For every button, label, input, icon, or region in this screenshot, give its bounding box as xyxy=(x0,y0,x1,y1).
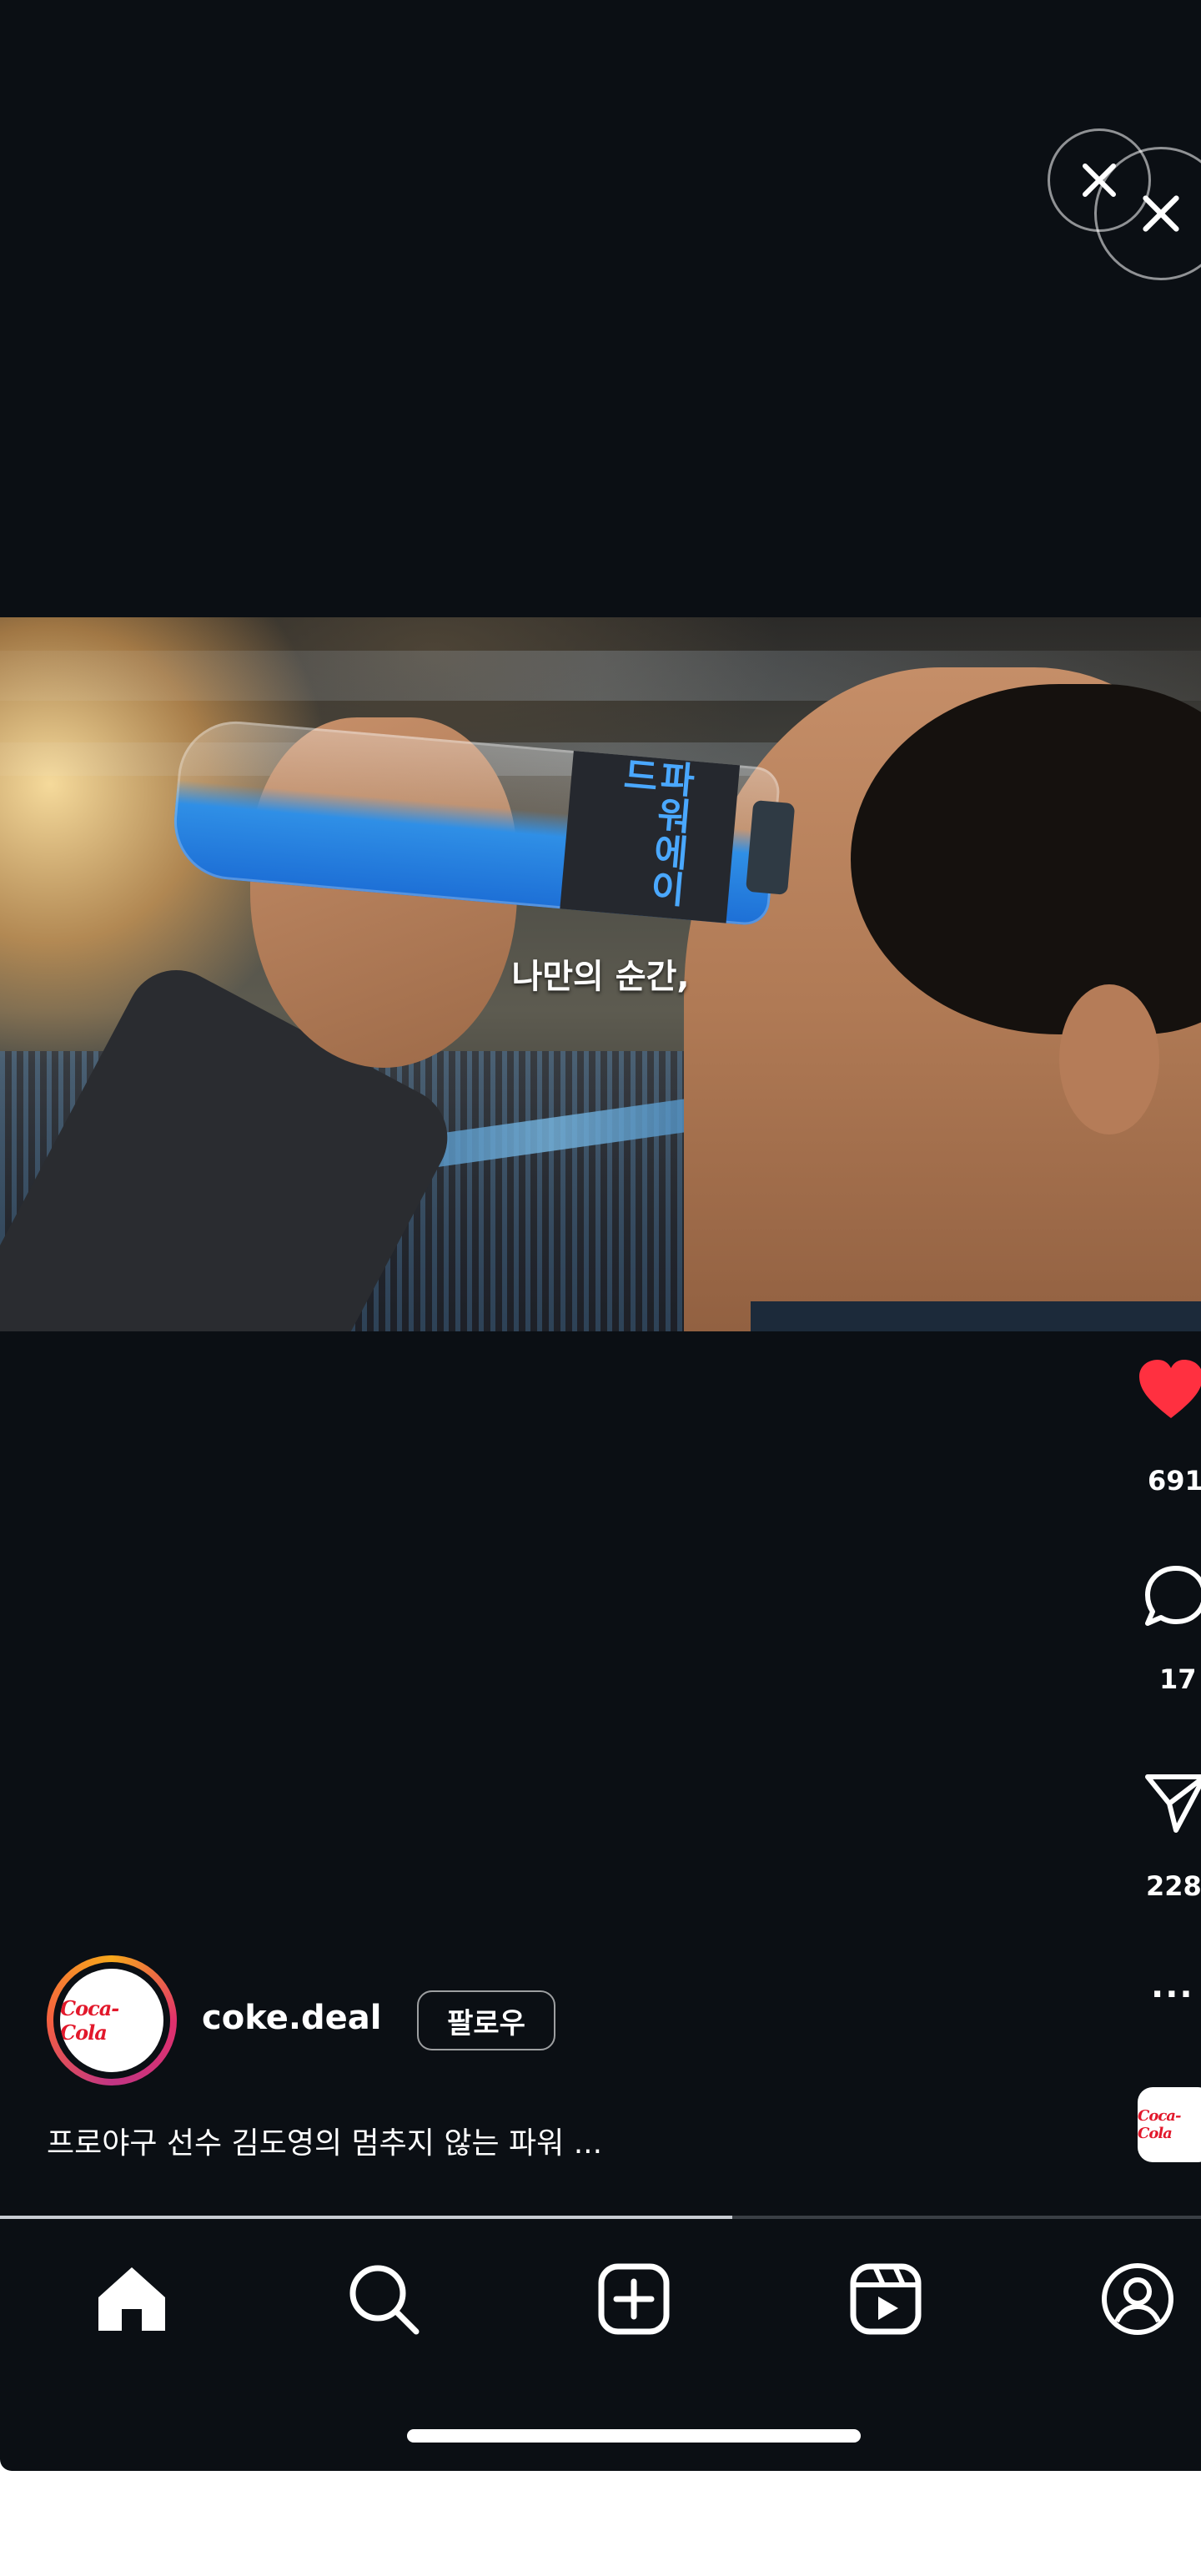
username[interactable]: coke.deal xyxy=(202,1999,382,2037)
nav-create[interactable] xyxy=(592,2257,676,2341)
audio-thumbnail[interactable]: Coca-Cola xyxy=(1138,2087,1201,2162)
profile-icon xyxy=(1102,2263,1173,2335)
video-progress[interactable] xyxy=(0,2216,1201,2219)
nav-search[interactable] xyxy=(342,2257,425,2341)
share-count: 228 xyxy=(1146,1870,1201,1902)
comment-button[interactable] xyxy=(1143,1563,1201,1633)
video-player[interactable]: 파워에이드 나만의 순간, xyxy=(0,617,1201,1331)
video-progress-fill xyxy=(0,2216,733,2219)
close-icon xyxy=(1143,195,1179,232)
bottle-cap xyxy=(745,799,796,895)
athlete-ear xyxy=(1059,984,1159,1135)
like-button[interactable] xyxy=(1138,1358,1201,1425)
coca-cola-logo: Coca-Cola xyxy=(60,1969,163,2072)
follow-button[interactable]: 팔로우 xyxy=(417,1990,555,2050)
nav-profile[interactable] xyxy=(1096,2257,1179,2341)
home-icon xyxy=(98,2267,165,2331)
caption[interactable]: 프로야구 선수 김도영의 멈추지 않는 파워 ... xyxy=(47,2119,602,2162)
bottle-label: 파워에이드 xyxy=(560,750,741,923)
comment-count: 17 xyxy=(1159,1663,1197,1695)
reels-icon xyxy=(850,2263,922,2335)
reels-screen: 파워에이드 나만의 순간, 691 17 228 ... Coca-Cola C… xyxy=(0,0,1201,2471)
like-count: 691 xyxy=(1148,1465,1201,1497)
paper-plane-icon xyxy=(1145,1774,1201,1833)
create-icon xyxy=(598,2263,670,2335)
comment-icon xyxy=(1145,1566,1201,1626)
avatar-logo-text: Coca-Cola xyxy=(60,1996,119,2045)
video-subtitle: 나만의 순간, xyxy=(511,958,690,996)
avatar[interactable]: Coca-Cola xyxy=(47,1955,177,2085)
nav-home[interactable] xyxy=(90,2257,173,2341)
more-icon[interactable]: ... xyxy=(1151,1967,1194,2005)
nav-reels[interactable] xyxy=(844,2257,927,2341)
share-button[interactable] xyxy=(1143,1768,1201,1839)
home-indicator xyxy=(407,2429,861,2443)
search-icon xyxy=(349,2265,420,2335)
heart-filled-icon xyxy=(1139,1360,1201,1418)
athlete-shirt xyxy=(751,1301,1201,1331)
audio-thumbnail-logo: Coca-Cola xyxy=(1138,2107,1181,2142)
